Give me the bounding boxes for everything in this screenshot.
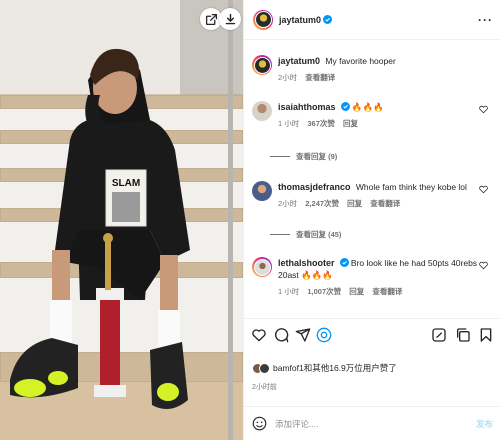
comment-bubble-icon[interactable] <box>273 327 289 343</box>
comment-avatar[interactable] <box>252 101 272 121</box>
comments-list: jaytatum0 My favorite hooper 2小时 查看翻译 is… <box>244 41 500 313</box>
liker-avatar <box>259 362 270 374</box>
external-link-icon <box>205 13 217 25</box>
post-header: jaytatum0 ··· <box>244 0 500 40</box>
comment-translate-link[interactable]: 查看翻译 <box>370 199 400 208</box>
like-comment-icon[interactable] <box>479 261 488 270</box>
comment-username[interactable]: lethalshooter <box>278 258 335 268</box>
caption-text: My favorite hooper <box>325 56 396 66</box>
verified-badge-icon <box>339 258 349 267</box>
comment-likes[interactable]: 1,007次赞 <box>307 287 341 296</box>
verified-badge-icon <box>340 102 350 111</box>
post-action-bar <box>244 318 500 358</box>
emoji-icon[interactable] <box>252 416 267 431</box>
comment-composer: 发布 <box>244 406 500 440</box>
comment-avatar[interactable] <box>252 181 272 201</box>
comment-text: Whole fam think they kobe lol <box>355 182 467 192</box>
threads-icon[interactable] <box>316 327 332 343</box>
bookmark-icon[interactable] <box>478 327 494 343</box>
comment-text: 🔥🔥🔥 <box>351 102 384 112</box>
more-options-icon[interactable]: ··· <box>478 13 493 27</box>
view-replies-link[interactable]: 查看回复 (9) <box>270 151 337 162</box>
share-send-icon[interactable] <box>295 327 311 343</box>
comment-time: 1 小时 <box>278 119 300 128</box>
like-heart-icon[interactable] <box>251 327 267 343</box>
comment-time: 2小时 <box>278 199 298 208</box>
likes-summary[interactable]: bamfof1和其他16.9万位用户赞了 <box>252 362 397 374</box>
view-replies-label: 查看回复 (9) <box>296 152 338 161</box>
like-comment-icon[interactable] <box>479 185 488 194</box>
comment-reply-link[interactable]: 回复 <box>347 199 362 208</box>
caption-avatar[interactable] <box>252 55 272 75</box>
comment-username[interactable]: thomasjdefranco <box>278 182 351 192</box>
post-time: 2小时前 <box>252 384 277 391</box>
view-replies-label: 查看回复 (45) <box>296 230 342 239</box>
caption-translate-link[interactable]: 查看翻译 <box>305 73 335 82</box>
author-username[interactable]: jaytatum0 <box>279 15 321 25</box>
like-comment-icon[interactable] <box>479 105 488 114</box>
likes-text: bamfof1和其他16.9万位用户赞了 <box>273 363 397 373</box>
comment-username[interactable]: isaiahthomas <box>278 102 336 112</box>
copy-icon[interactable] <box>455 327 471 343</box>
comment-input[interactable] <box>275 418 476 429</box>
view-replies-link[interactable]: 查看回复 (45) <box>270 229 341 240</box>
download-icon <box>225 13 235 24</box>
comment-likes[interactable]: 2,247次赞 <box>305 199 339 208</box>
comment-time: 1 小时 <box>278 287 300 296</box>
comment-reply-link[interactable]: 回复 <box>349 287 364 296</box>
remix-icon[interactable] <box>431 327 447 343</box>
caption-username[interactable]: jaytatum0 <box>278 56 320 66</box>
caption-time: 2小时 <box>278 73 298 82</box>
comment-likes[interactable]: 367次赞 <box>307 119 335 128</box>
author-avatar[interactable] <box>253 9 273 30</box>
magazine-title: SLAM <box>112 178 140 189</box>
download-button[interactable] <box>219 8 241 30</box>
post-sidebar: jaytatum0 ··· jaytatum0 My favorite hoop… <box>243 0 500 440</box>
verified-badge-icon <box>323 15 333 24</box>
comment-translate-link[interactable]: 查看翻译 <box>372 287 402 296</box>
comment-reply-link[interactable]: 回复 <box>343 119 358 128</box>
post-image: SLAM <box>0 0 243 440</box>
comment-avatar[interactable] <box>252 257 272 277</box>
post-photo: SLAM <box>0 0 243 440</box>
post-comment-button[interactable]: 发布 <box>476 418 493 430</box>
